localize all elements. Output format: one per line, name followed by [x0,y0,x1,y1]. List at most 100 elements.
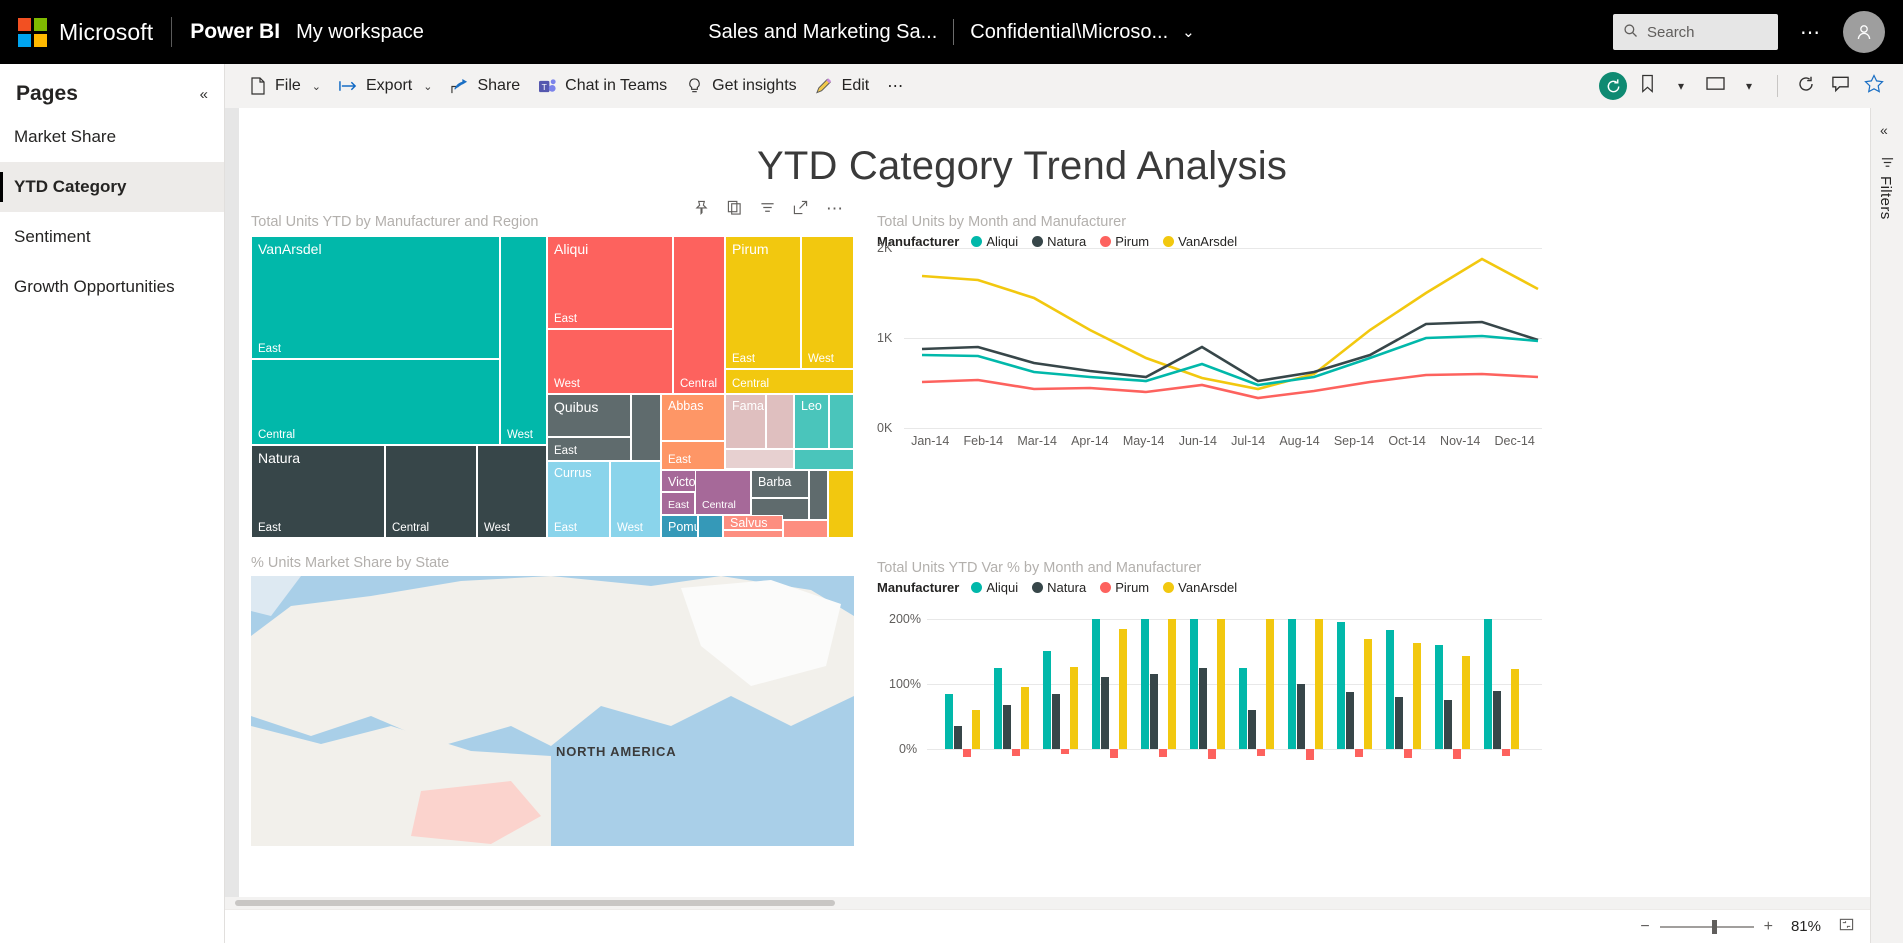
collapse-sidebar-icon[interactable]: « [200,86,208,103]
treemap-tile[interactable]: Quibus [547,394,631,437]
zoom-slider-handle[interactable] [1711,919,1717,934]
share-button[interactable]: Share [441,69,529,103]
chevron-down-icon[interactable]: ⌄ [312,80,321,93]
zoom-out-button[interactable]: − [1640,918,1649,936]
bookmarks-caret[interactable]: ▾ [1666,71,1696,101]
treemap-tile[interactable]: Pirum East [725,236,801,369]
treemap-tile[interactable]: Aliqui East [547,236,673,329]
get-insights-button[interactable]: Get insights [676,69,805,103]
sensitivity-label[interactable]: Confidential\Microso... [970,21,1168,44]
tile-label-region: East [258,522,282,534]
scrollbar-thumb[interactable] [235,900,835,906]
view-caret[interactable]: ▾ [1734,71,1764,101]
treemap-tile[interactable]: Leo [794,394,829,449]
topbar-right-group: ⋯ [1613,0,1903,64]
y-axis-tick-1k: 1K [877,331,893,345]
search-input[interactable] [1647,23,1767,41]
legend-item-vanarsdel[interactable]: VanArsdel [1163,234,1237,249]
treemap-tile[interactable] [766,394,794,449]
microsoft-wordmark: Microsoft [59,18,154,45]
more-options-icon[interactable]: ⋯ [1800,20,1821,45]
file-menu-button[interactable]: File ⌄ [239,69,330,103]
workspace-name[interactable]: My workspace [296,21,424,44]
sidebar-item-sentiment[interactable]: Sentiment [0,212,224,262]
canvas-horizontal-scrollbar[interactable] [225,897,1870,909]
treemap-tile[interactable]: Pomum [661,515,698,538]
comments-button[interactable] [1825,71,1855,101]
tile-label-region: East [668,454,692,466]
treemap-tile[interactable]: West [547,329,673,394]
treemap-tile[interactable] [829,394,854,449]
treemap-tile[interactable]: East [547,437,631,461]
treemap-tile[interactable] [723,530,783,538]
bar-chart-visual[interactable]: Manufacturer Aliqui Natura Pirum VanArsd… [877,552,1542,857]
map-visual[interactable]: NORTH AMERICA [251,576,854,846]
powerbi-brand[interactable]: Power BI [190,20,280,44]
legend-item-pirum[interactable]: Pirum [1100,234,1149,249]
treemap-tile[interactable]: Central [673,236,725,394]
expand-filters-icon[interactable]: « [1880,122,1888,138]
bookmarks-button[interactable] [1632,71,1662,101]
treemap-tile[interactable]: West [610,461,661,538]
copy-icon[interactable] [727,200,742,219]
favorite-button[interactable] [1859,71,1889,101]
fit-to-page-icon[interactable] [1839,917,1854,936]
treemap-tile[interactable] [725,449,794,469]
canvas-left-gutter [225,108,239,903]
treemap-tile[interactable]: Central [251,359,500,445]
avatar[interactable] [1843,11,1885,53]
treemap-tile[interactable]: East [661,492,695,515]
treemap-tile[interactable]: VanArsdel East [251,236,500,359]
treemap-tile[interactable] [828,470,854,538]
legend-item-pirum[interactable]: Pirum [1100,580,1149,595]
line-chart-visual[interactable]: Manufacturer Aliqui Natura Pirum VanArsd… [877,206,1542,536]
more-options-icon[interactable]: ⋯ [826,199,844,219]
treemap-tile[interactable]: Natura East [251,445,385,538]
treemap-tile[interactable] [794,449,854,470]
treemap-tile[interactable]: East [661,441,725,470]
zoom-slider[interactable] [1659,919,1754,934]
treemap-tile[interactable]: West [477,445,547,538]
sidebar-item-market-share[interactable]: Market Share [0,112,224,162]
refresh-button[interactable] [1791,71,1821,101]
chat-in-teams-button[interactable]: T Chat in Teams [529,69,676,103]
view-button[interactable] [1700,71,1730,101]
chevron-down-icon[interactable]: ⌄ [423,80,432,93]
treemap-tile[interactable]: Salvus [723,515,783,530]
treemap-tile[interactable]: Barba [751,470,809,498]
sidebar-item-growth-opportunities[interactable]: Growth Opportunities [0,262,224,312]
focus-mode-icon[interactable] [793,200,808,219]
filter-icon[interactable] [760,200,775,219]
sidebar-item-ytd-category[interactable]: YTD Category [0,162,224,212]
svg-text:T: T [542,81,547,91]
share-label: Share [477,77,521,94]
treemap-tile[interactable]: West [500,236,547,445]
treemap-tile[interactable] [809,470,828,520]
treemap-tile[interactable]: Abbas [661,394,725,441]
legend-item-natura[interactable]: Natura [1032,580,1086,595]
export-menu-button[interactable]: Export ⌄ [330,69,441,103]
reset-button[interactable] [1598,71,1628,101]
treemap-tile[interactable]: Central [695,470,751,515]
treemap-tile[interactable]: Currus East [547,461,610,538]
legend-item-vanarsdel[interactable]: VanArsdel [1163,580,1237,595]
legend-item-aliqui[interactable]: Aliqui [971,234,1018,249]
treemap-tile[interactable] [698,515,723,538]
chevron-down-icon[interactable]: ⌄ [1182,23,1195,41]
legend-item-natura[interactable]: Natura [1032,234,1086,249]
pin-icon[interactable] [694,200,709,219]
treemap-tile[interactable]: Central [725,369,854,394]
treemap-tile[interactable]: West [801,236,854,369]
zoom-in-button[interactable]: + [1764,918,1773,936]
command-overflow-button[interactable]: ⋯ [878,69,913,103]
legend-item-aliqui[interactable]: Aliqui [971,580,1018,595]
report-name-label[interactable]: Sales and Marketing Sa... [708,21,937,44]
edit-button[interactable]: Edit [806,69,879,103]
search-box[interactable] [1613,14,1778,50]
treemap-tile[interactable]: Central [385,445,477,538]
treemap-tile[interactable] [783,520,828,538]
treemap-tile[interactable]: Fama [725,394,766,449]
treemap-tile[interactable] [631,394,661,461]
treemap-visual[interactable]: VanArsdel East Central West Natura East … [251,236,854,538]
filters-pane-rail[interactable]: « Filters [1870,108,1903,943]
